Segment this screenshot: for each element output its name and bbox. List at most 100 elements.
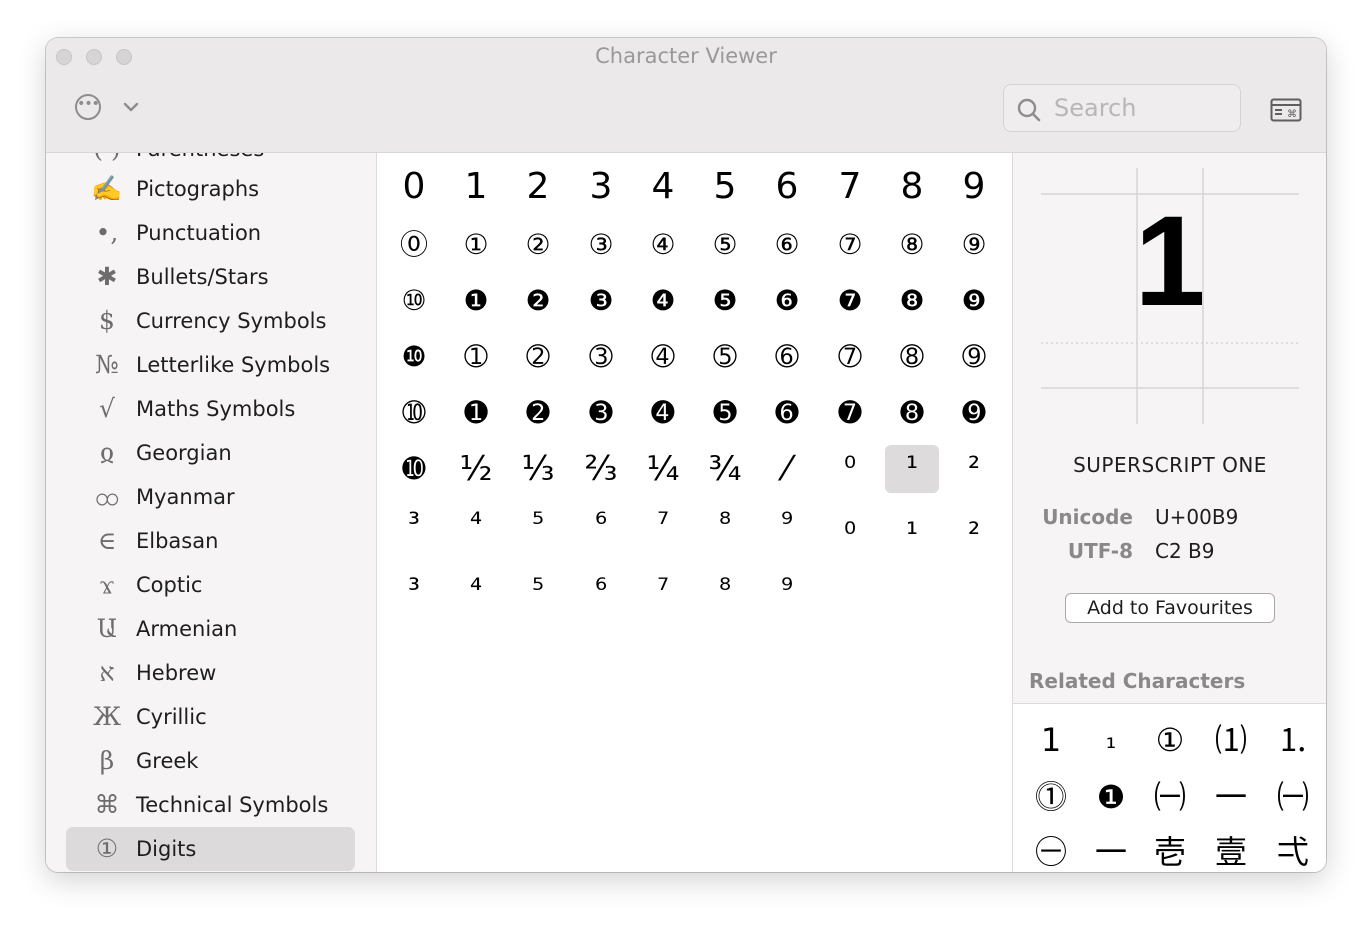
character-cell[interactable]: 6 [761,162,813,212]
character-cell[interactable]: ⁴ [450,500,502,550]
sidebar-item-bullets-stars[interactable]: ✱ Bullets/Stars [66,255,355,299]
character-cell[interactable]: 9 [948,162,1000,212]
related-character-cell[interactable]: 一 [1085,827,1137,872]
keyboard-viewer-icon[interactable]: ⌘ [1270,98,1302,122]
character-cell[interactable]: ¾ [699,444,751,494]
related-character-cell[interactable]: ₁ [1085,715,1137,765]
character-cell[interactable]: ₈ [699,556,751,606]
character-grid[interactable]: 0123456789 ⓪①②③④⑤⑥⑦⑧⑨ ⑩❶❷❸❹❺❻❼❽❾ ❿➀➁➂➃➄➅➆➇➈… [377,153,1011,872]
character-cell[interactable]: ❽ [886,276,938,326]
character-cell[interactable]: 2 [512,162,564,212]
character-cell[interactable]: ➍ [637,388,689,438]
character-cell[interactable]: ❿ [388,332,440,382]
search-input[interactable] [1054,91,1229,125]
character-cell[interactable]: ⑧ [886,220,938,270]
related-character-cell[interactable]: ❶ [1085,772,1137,822]
character-cell[interactable]: ₉ [761,556,813,606]
related-character-cell[interactable]: 壱 [1144,827,1196,872]
character-cell[interactable]: ➑ [886,388,938,438]
character-cell[interactable]: ① [450,220,502,270]
character-cell[interactable]: 3 [575,162,627,212]
character-cell[interactable]: ⁵ [512,500,564,550]
character-cell[interactable]: ⑥ [761,220,813,270]
character-cell[interactable]: ❺ [699,276,751,326]
character-cell[interactable]: ½ [450,444,502,494]
character-cell[interactable]: ④ [637,220,689,270]
related-character-cell[interactable]: 弌 [1267,827,1319,872]
character-cell[interactable]: ⁷ [637,500,689,550]
character-cell[interactable]: ₂ [948,500,1000,550]
related-character-cell[interactable]: 一 [1205,772,1257,822]
sidebar-item-elbasan[interactable]: ∈ Elbasan [66,519,355,563]
character-cell[interactable]: ② [512,220,564,270]
character-cell[interactable]: ➁ [512,332,564,382]
character-cell[interactable]: ⅔ [575,444,627,494]
character-cell[interactable]: ⑦ [824,220,876,270]
character-cell[interactable]: ⁄ [761,444,813,494]
related-character-cell[interactable]: ⓵ [1025,772,1077,822]
character-cell[interactable]: ❶ [450,276,502,326]
character-cell[interactable]: ₆ [575,556,627,606]
sidebar-item-digits[interactable]: ① Digits [66,827,355,871]
character-cell[interactable]: 4 [637,162,689,212]
character-cell[interactable]: 0 [388,162,440,212]
character-cell[interactable]: ❷ [512,276,564,326]
category-sidebar[interactable]: ( ) Parentheses ✍Pictographs•,Punctuatio… [46,153,377,872]
sidebar-item-currency-symbols[interactable]: $ Currency Symbols [66,299,355,343]
character-cell[interactable]: ➀ [450,332,502,382]
character-cell[interactable]: ➌ [575,388,627,438]
sidebar-item-punctuation[interactable]: •, Punctuation [66,211,355,255]
character-cell[interactable]: ⁰ [824,444,876,494]
character-cell[interactable]: ¹ [885,445,939,493]
character-cell[interactable]: ➉ [388,388,440,438]
character-cell[interactable]: ❾ [948,276,1000,326]
character-cell[interactable]: ⁶ [575,500,627,550]
character-cell[interactable]: ➅ [761,332,813,382]
character-cell[interactable]: ₅ [512,556,564,606]
character-cell[interactable]: ⑤ [699,220,751,270]
related-character-cell[interactable]: ⒈ [1267,715,1319,765]
character-cell[interactable]: ₇ [637,556,689,606]
character-cell[interactable]: 8 [886,162,938,212]
sidebar-item-technical-symbols[interactable]: ⌘ Technical Symbols [66,783,355,827]
character-cell[interactable]: ❼ [824,276,876,326]
character-cell[interactable]: ➒ [948,388,1000,438]
character-cell[interactable]: ⁸ [699,500,751,550]
more-options-button[interactable]: ••• [75,94,101,120]
sidebar-item-myanmar[interactable]: ထ Myanmar [66,475,355,519]
character-cell[interactable]: ⑨ [948,220,1000,270]
character-cell[interactable]: ➋ [512,388,564,438]
character-cell[interactable]: ❻ [761,276,813,326]
related-character-cell[interactable]: ㈠ [1267,772,1319,822]
related-character-cell[interactable]: 壹 [1205,827,1257,872]
chevron-down-icon[interactable] [120,98,142,116]
related-character-cell[interactable]: ㈠ [1144,772,1196,822]
character-cell[interactable]: ➄ [699,332,751,382]
character-cell[interactable]: ➈ [948,332,1000,382]
related-character-cell[interactable]: ① [1144,715,1196,765]
search-field[interactable] [1003,84,1241,132]
character-cell[interactable]: ➓ [388,444,440,494]
character-cell[interactable]: ⁹ [761,500,813,550]
character-cell[interactable]: ⅓ [512,444,564,494]
sidebar-item-cyrillic[interactable]: Ж Cyrillic [66,695,355,739]
character-cell[interactable]: ³ [388,500,440,550]
character-cell[interactable]: ➊ [450,388,502,438]
sidebar-item-hebrew[interactable]: א Hebrew [66,651,355,695]
sidebar-item-maths-symbols[interactable]: √ Maths Symbols [66,387,355,431]
character-cell[interactable]: ➐ [824,388,876,438]
character-cell[interactable]: ¼ [637,444,689,494]
add-to-favourites-button[interactable]: Add to Favourites [1065,593,1275,623]
related-character-cell[interactable]: ㊀ [1025,827,1077,872]
character-cell[interactable]: ➏ [761,388,813,438]
character-cell[interactable]: ➇ [886,332,938,382]
character-cell[interactable]: 7 [824,162,876,212]
sidebar-item-coptic[interactable]: ϫ Coptic [66,563,355,607]
character-cell[interactable]: ➂ [575,332,627,382]
sidebar-item-greek[interactable]: β Greek [66,739,355,783]
character-cell[interactable]: ➎ [699,388,751,438]
related-characters-grid[interactable]: 1₁①⑴⒈⓵❶㈠一㈠㊀一壱壹弌 [1013,703,1326,872]
character-cell[interactable]: ₄ [450,556,502,606]
character-cell[interactable]: ⑩ [388,276,440,326]
character-cell[interactable]: ⓪ [388,220,440,270]
